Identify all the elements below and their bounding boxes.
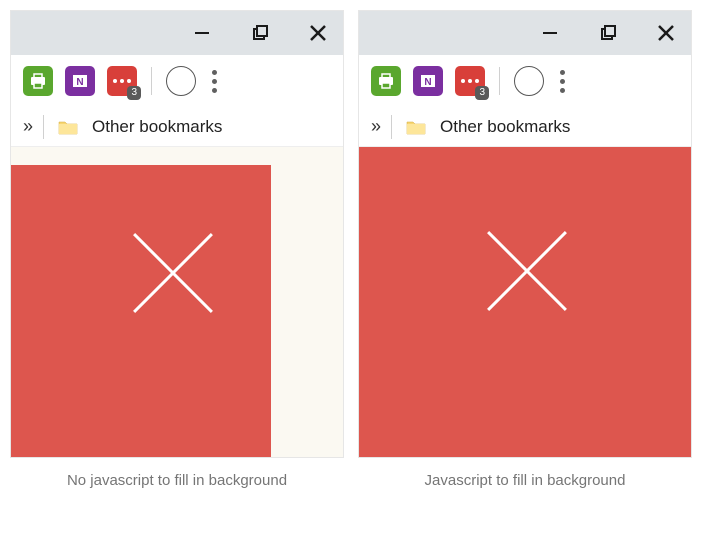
overflow-chevron-icon[interactable]: »: [371, 116, 377, 137]
bookmarks-bar: » Other bookmarks: [359, 107, 691, 147]
svg-text:N: N: [424, 77, 431, 88]
extension-onenote-icon[interactable]: N: [65, 66, 95, 96]
extension-badge: 3: [475, 86, 489, 100]
bookmarks-divider: [391, 115, 392, 139]
panel-with-js: N 3 » Other bookmarks: [358, 10, 692, 489]
extension-lastpass-icon[interactable]: 3: [107, 66, 137, 96]
caption-text: No javascript to fill in background: [10, 472, 344, 489]
other-bookmarks-link[interactable]: Other bookmarks: [92, 117, 222, 137]
overflow-chevron-icon[interactable]: »: [23, 116, 29, 137]
minimize-button[interactable]: [191, 22, 213, 44]
page-content: [359, 147, 691, 457]
folder-icon: [406, 119, 426, 135]
toolbar-divider: [151, 67, 152, 95]
page-content: [11, 147, 343, 457]
menu-kebab-icon[interactable]: [560, 70, 565, 93]
svg-text:N: N: [76, 77, 83, 88]
toolbar-divider: [499, 67, 500, 95]
extension-print-icon[interactable]: [371, 66, 401, 96]
close-button[interactable]: [655, 22, 677, 44]
extension-print-icon[interactable]: [23, 66, 53, 96]
profile-avatar[interactable]: [514, 66, 544, 96]
extension-lastpass-icon[interactable]: 3: [455, 66, 485, 96]
extensions-toolbar: N 3: [359, 55, 691, 107]
menu-kebab-icon[interactable]: [212, 70, 217, 93]
maximize-button[interactable]: [597, 22, 619, 44]
close-button[interactable]: [307, 22, 329, 44]
broken-image-x-icon: [131, 231, 215, 315]
broken-image-placeholder: [359, 147, 691, 457]
extension-onenote-icon[interactable]: N: [413, 66, 443, 96]
profile-avatar[interactable]: [166, 66, 196, 96]
maximize-button[interactable]: [249, 22, 271, 44]
window-titlebar: [359, 11, 691, 55]
panel-no-js: N 3 » Other bookmarks: [10, 10, 344, 489]
bookmarks-divider: [43, 115, 44, 139]
other-bookmarks-link[interactable]: Other bookmarks: [440, 117, 570, 137]
extensions-toolbar: N 3: [11, 55, 343, 107]
minimize-button[interactable]: [539, 22, 561, 44]
broken-image-x-icon: [485, 229, 569, 313]
broken-image-placeholder: [11, 165, 271, 457]
caption-text: Javascript to fill in background: [358, 472, 692, 489]
folder-icon: [58, 119, 78, 135]
window-titlebar: [11, 11, 343, 55]
extension-badge: 3: [127, 86, 141, 100]
bookmarks-bar: » Other bookmarks: [11, 107, 343, 147]
